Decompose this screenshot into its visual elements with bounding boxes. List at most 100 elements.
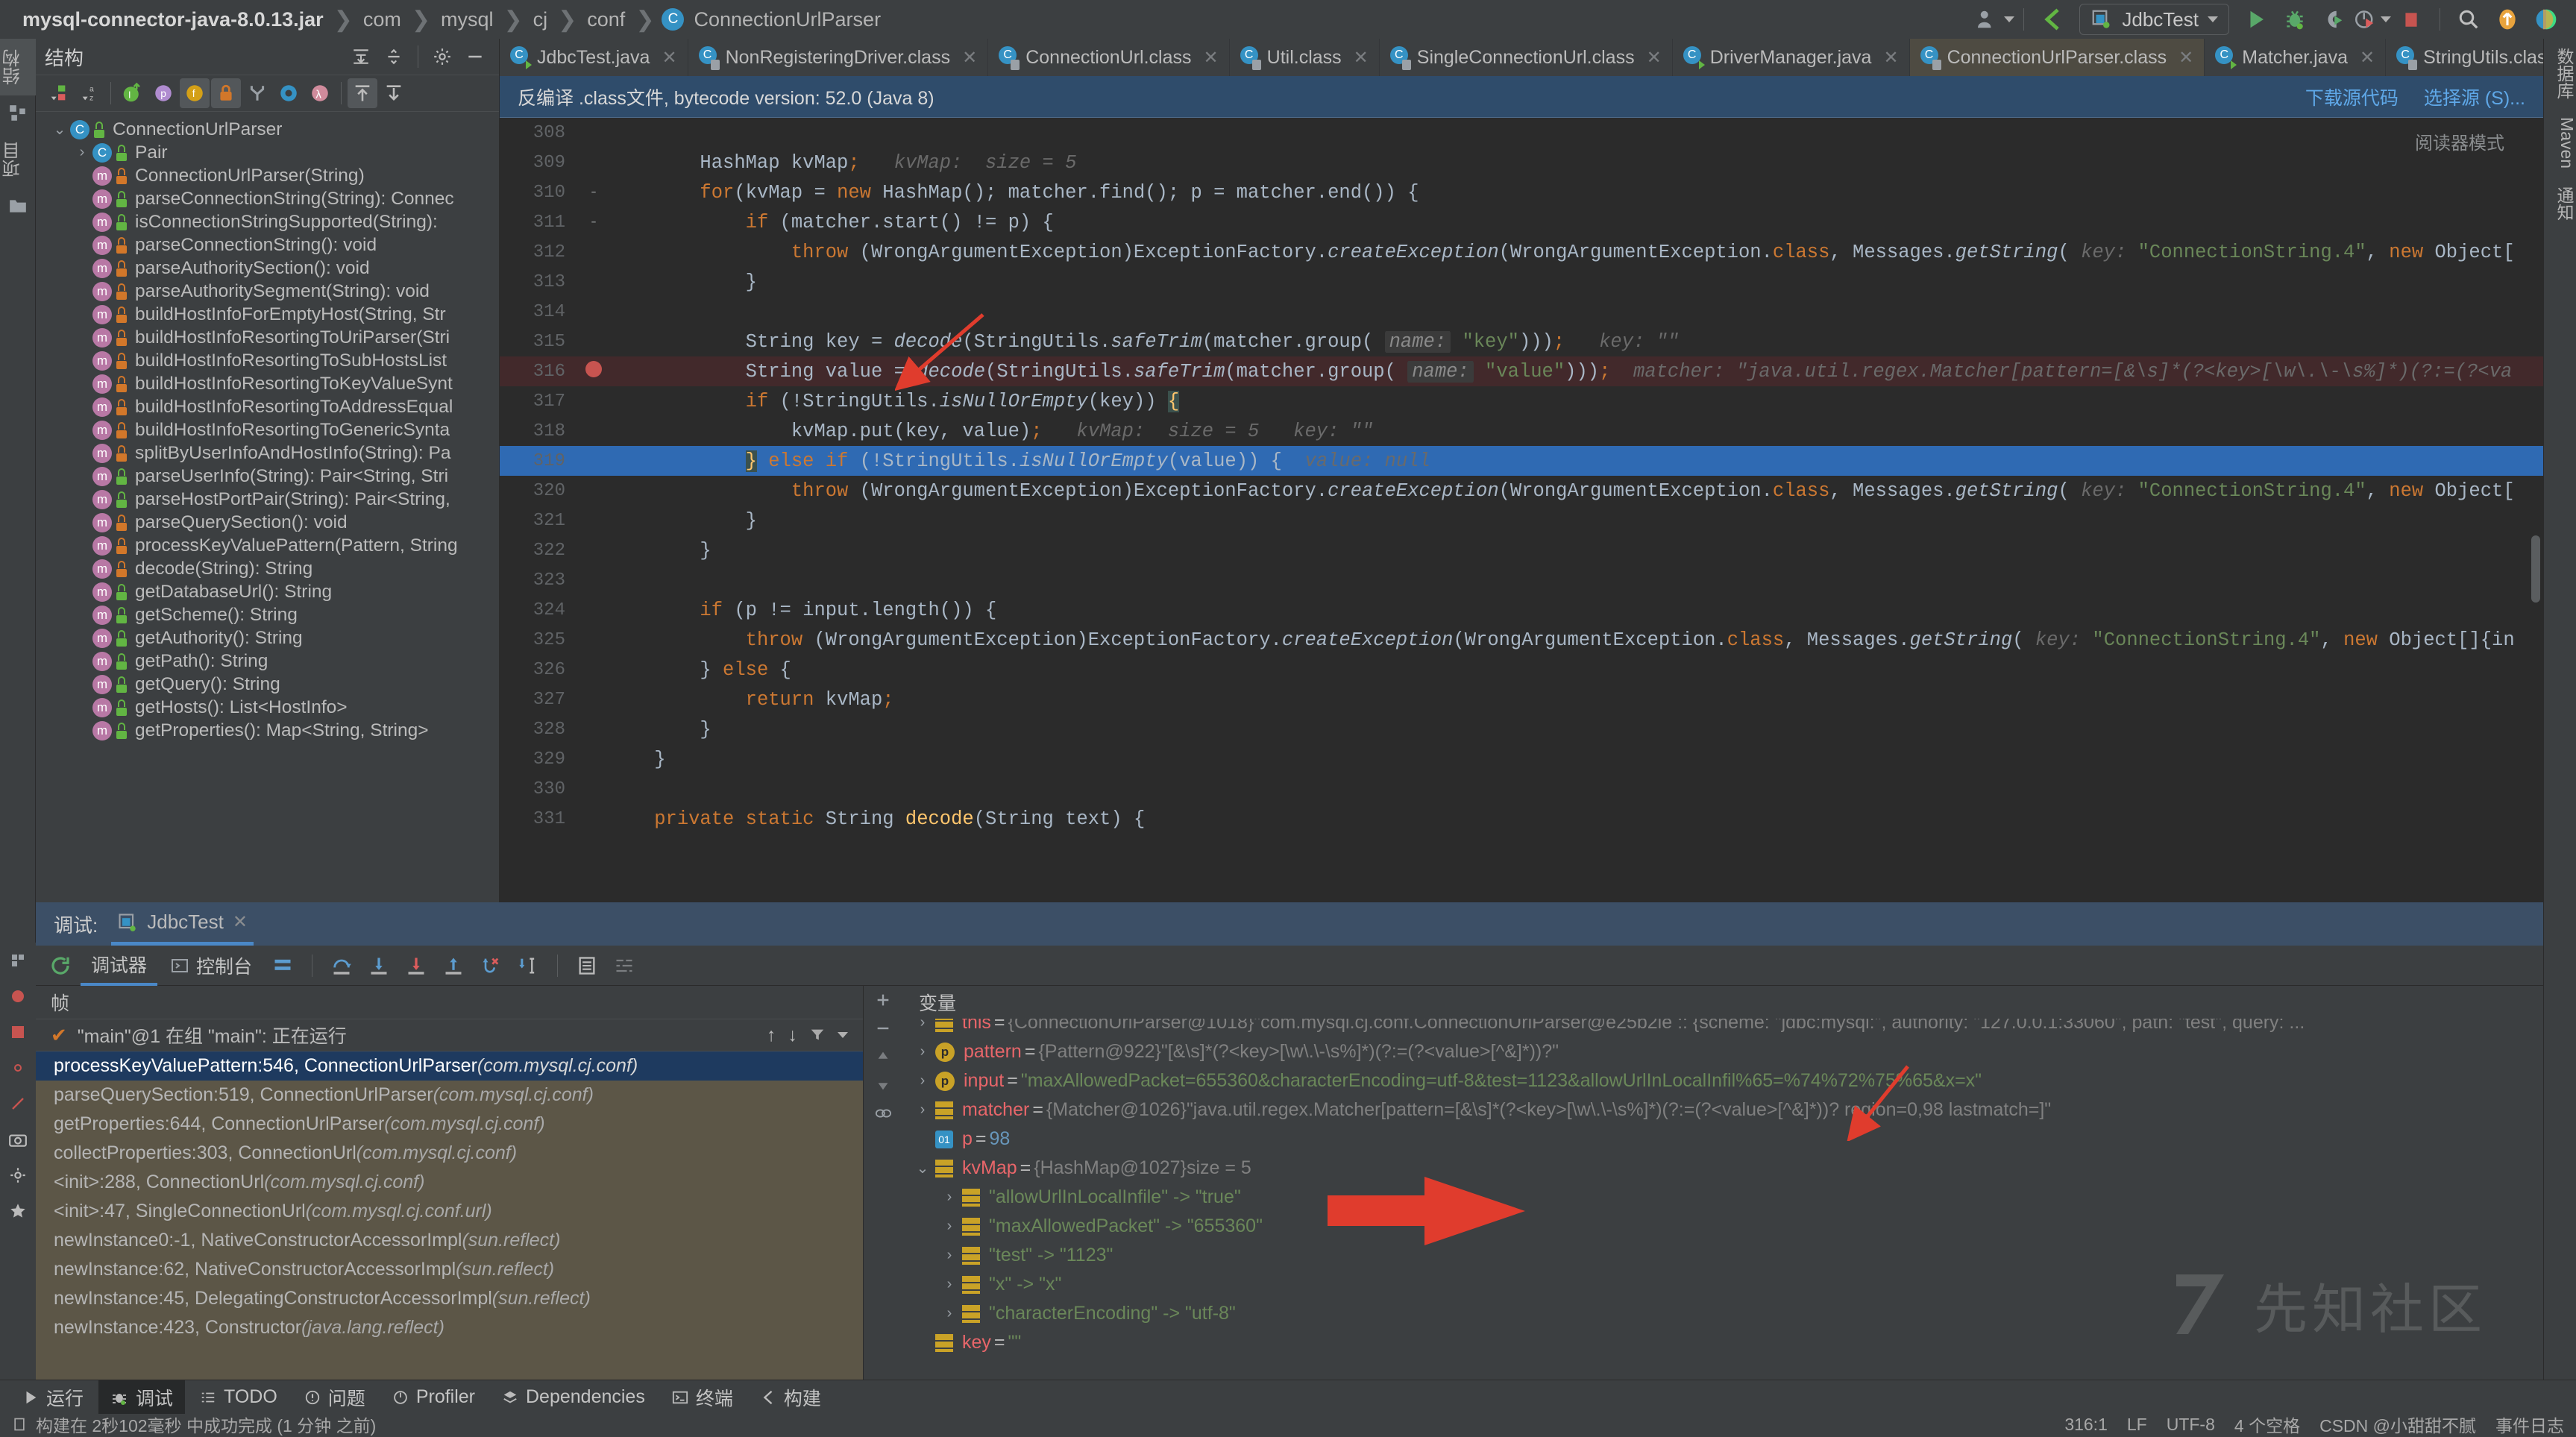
editor-tab[interactable]: C ConnectionUrlParser.class ✕ [1909,39,2205,76]
run-to-cursor-icon[interactable] [511,949,545,982]
structure-tree-item[interactable]: m parseAuthoritySection(): void [36,257,499,280]
close-icon[interactable]: ✕ [2178,47,2193,69]
show-fields-icon[interactable]: f [180,78,210,108]
up-arrow-icon[interactable]: ↑ [767,1025,776,1046]
variable-row[interactable]: › this = {ConnectionUrlParser@1018} "com.… [902,1019,2543,1037]
choose-sources-link[interactable]: 选择源 (S)... [2424,84,2525,110]
stack-frame-item[interactable]: collectProperties:303, ConnectionUrl (co… [36,1139,863,1168]
structure-tree-item[interactable]: m parseAuthoritySegment(String): void [36,280,499,303]
variable-row[interactable]: 01 p = 98 [902,1125,2543,1154]
chevron-down-icon[interactable]: ⌄ [49,120,70,139]
step-out-icon[interactable] [436,949,471,982]
profile-icon[interactable] [2353,3,2392,36]
stop-icon[interactable] [2392,3,2431,36]
indent-setting[interactable]: 4 个空格 [2234,1412,2300,1437]
step-into-icon[interactable] [362,949,396,982]
tab-debugger[interactable]: 调试器 [81,946,158,986]
collapse-all-icon[interactable] [379,42,409,72]
code-line[interactable]: 319 } else if (!StringUtils.isNullOrEmpt… [500,446,2543,476]
stack-frame-item[interactable]: processKeyValuePattern:546, ConnectionUr… [36,1051,863,1081]
chevron-right-icon[interactable]: › [910,1019,935,1031]
stack-frame-item[interactable]: newInstance:423, Constructor (java.lang.… [36,1313,863,1342]
evaluate-expression-icon[interactable] [570,949,604,982]
filter-icon[interactable] [809,1027,826,1043]
structure-tree-item[interactable]: m buildHostInfoResortingToAddressEqual [36,395,499,418]
show-properties-icon[interactable]: p [148,78,178,108]
close-icon[interactable]: ✕ [1204,47,1219,69]
settings-icon[interactable] [0,1050,36,1086]
editor-tab[interactable]: C DriverManager.java ✕ [1673,39,1910,76]
editor-tab[interactable]: C ConnectionUrl.class ✕ [988,39,1230,76]
fold-icon[interactable]: - [579,184,609,201]
editor-tab[interactable]: C Util.class ✕ [1230,39,1380,76]
breadcrumb-item[interactable]: conf [584,8,628,31]
structure-tree-item[interactable]: m parseConnectionString(String): Connec [36,187,499,210]
mute-breakpoints-icon[interactable] [0,978,36,1014]
file-encoding[interactable]: UTF-8 [2167,1415,2215,1435]
bottom-tab-问题[interactable]: 问题 [292,1380,377,1415]
user-icon[interactable] [1976,3,2015,36]
expand-all-icon[interactable] [346,42,376,72]
structure-tree-item[interactable]: m buildHostInfoResortingToUriParser(Stri [36,326,499,349]
editor-tab[interactable]: C NonRegisteringDriver.class ✕ [688,39,989,76]
chevron-right-icon[interactable]: › [937,1189,962,1206]
bottom-tab-调试[interactable]: 调试 [98,1380,186,1415]
down-arrow-icon[interactable]: ↓ [788,1025,798,1046]
run-configuration-selector[interactable]: JdbcTest [2079,4,2229,35]
bottom-tab-Profiler[interactable]: Profiler [380,1380,487,1415]
pin-icon[interactable] [0,1086,36,1122]
move-down-icon[interactable] [875,1077,891,1093]
chevron-right-icon[interactable]: › [910,1043,935,1060]
close-icon[interactable]: ✕ [962,47,977,69]
code-line[interactable]: 308 [500,118,2543,148]
sort-by-visibility-icon[interactable] [43,78,73,108]
event-log-link[interactable]: 事件日志 [2495,1412,2564,1437]
chevron-right-icon[interactable]: › [937,1247,962,1264]
sidebar-tab-database[interactable]: 数据库 [2544,39,2576,108]
force-step-into-icon[interactable] [399,949,433,982]
code-line[interactable]: 323 [500,565,2543,595]
debug-session-tab[interactable]: JdbcTest ✕ [111,902,254,946]
chevron-down-icon[interactable] [838,1032,848,1038]
ide-logo-icon[interactable] [2527,3,2566,36]
breadcrumb-item[interactable]: cj [530,8,551,31]
drop-frame-icon[interactable] [474,949,508,982]
editor-tab[interactable]: CStringUtils.class✕ [2386,39,2543,76]
structure-tree-item[interactable]: m getAuthority(): String [36,626,499,650]
chevron-right-icon[interactable]: › [910,1072,935,1089]
structure-tree-item[interactable]: m getScheme(): String [36,603,499,626]
stack-frame-item[interactable]: newInstance:45, DelegatingConstructorAcc… [36,1284,863,1313]
rerun-icon[interactable] [43,949,78,982]
line-separator[interactable]: LF [2127,1415,2147,1435]
structure-tree-item[interactable]: m parseQuerySection(): void [36,511,499,534]
favorites-icon[interactable] [0,1193,36,1229]
bottom-tab-构建[interactable]: 构建 [748,1380,833,1415]
close-icon[interactable]: ✕ [1354,47,1369,69]
show-inherited-icon[interactable]: I [117,78,147,108]
show-lambdas-icon[interactable]: λ [305,78,335,108]
bottom-tab-终端[interactable]: 终端 [660,1380,745,1415]
structure-tree-item[interactable]: m getDatabaseUrl(): String [36,580,499,603]
branch-label[interactable]: CSDN @小甜甜不腻 [2319,1412,2476,1437]
code-line[interactable]: 309 HashMap kvMap; kvMap: size = 5 [500,148,2543,177]
remove-watch-icon[interactable] [875,1020,891,1037]
code-line[interactable]: 313 } [500,267,2543,297]
code-line[interactable]: 331 private static String decode(String … [500,804,2543,834]
breadcrumb-item[interactable]: mysql [438,8,497,31]
move-up-icon[interactable] [875,1048,891,1065]
structure-tree-item[interactable]: m buildHostInfoResortingToGenericSynta [36,418,499,441]
step-over-icon[interactable] [324,949,359,982]
variable-row[interactable]: › "allowUrlInLocalInfile" -> "true" [902,1183,2543,1212]
breadcrumb-item[interactable]: mysql-connector-java-8.0.13.jar [19,8,327,31]
code-viewport[interactable]: 阅读器模式 308 309 HashMap kvMap; kvMap: size … [500,118,2543,902]
sidebar-tab-structure[interactable]: 结构 [0,39,36,95]
stack-frame-item[interactable]: getProperties:644, ConnectionUrlParser (… [36,1110,863,1139]
stack-frame-item[interactable]: newInstance0:-1, NativeConstructorAccess… [36,1226,863,1255]
structure-tree-item[interactable]: m parseUserInfo(String): Pair<String, Str… [36,465,499,488]
variable-row[interactable]: › "maxAllowedPacket" -> "655360" [902,1212,2543,1241]
thread-selector[interactable]: ✔ "main"@1 在组 "main": 正在运行 ↑ ↓ [36,1019,863,1051]
structure-tree-item[interactable]: › C Pair [36,141,499,164]
chevron-right-icon[interactable]: › [72,144,92,161]
chevron-right-icon[interactable]: › [937,1276,962,1293]
code-line[interactable]: 314 [500,297,2543,327]
